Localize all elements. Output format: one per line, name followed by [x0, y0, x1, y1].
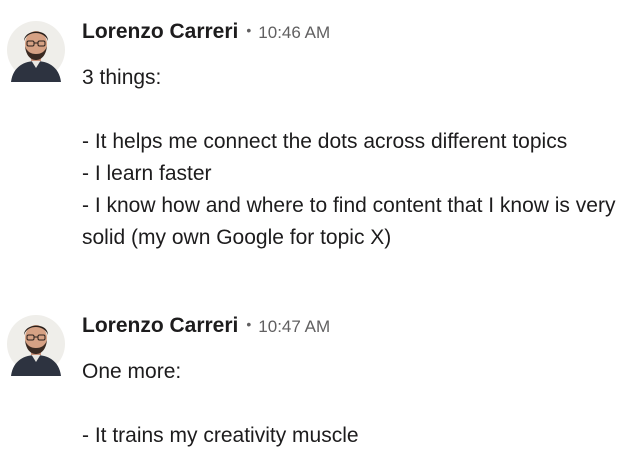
- author-name[interactable]: Lorenzo Carreri: [82, 20, 238, 44]
- author-name[interactable]: Lorenzo Carreri: [82, 314, 238, 338]
- message-line: - It trains my creativity muscle: [82, 424, 359, 447]
- message-timestamp[interactable]: 10:46 AM: [258, 23, 330, 43]
- message-line: - I know how and where to find content t…: [82, 194, 622, 249]
- header-separator: •: [246, 316, 252, 332]
- header-separator: •: [246, 22, 252, 38]
- user-avatar-icon[interactable]: [7, 314, 65, 376]
- message-line: [82, 94, 618, 126]
- message-body: One more: - It trains my creativity musc…: [82, 356, 618, 452]
- message-line: 3 things:: [82, 66, 162, 89]
- message-line: One more:: [82, 360, 182, 383]
- message-header: Lorenzo Carreri • 10:47 AM: [82, 314, 330, 344]
- message-header: Lorenzo Carreri • 10:46 AM: [82, 20, 330, 50]
- message-timestamp[interactable]: 10:47 AM: [258, 317, 330, 337]
- message-body: 3 things: - It helps me connect the dots…: [82, 62, 618, 254]
- user-avatar-icon[interactable]: [7, 20, 65, 82]
- message-line: - It helps me connect the dots across di…: [82, 130, 568, 153]
- message-line: - I learn faster: [82, 162, 212, 185]
- message-line: [82, 388, 618, 420]
